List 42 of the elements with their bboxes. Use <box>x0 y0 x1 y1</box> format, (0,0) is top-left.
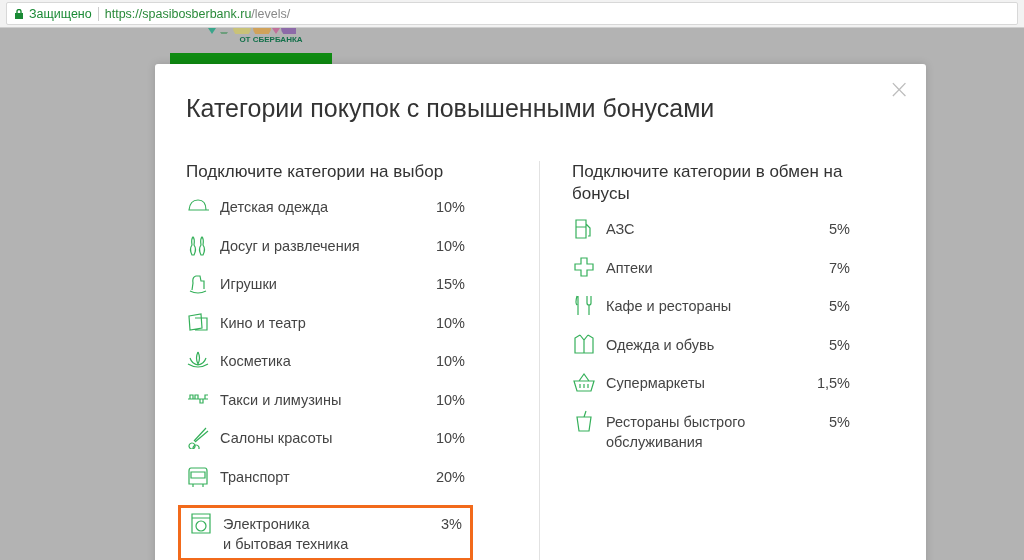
bonus-percent: 10% <box>435 352 465 371</box>
bonus-percent: 10% <box>435 313 465 333</box>
category-label: Досуг и развлечения <box>220 236 361 256</box>
washing-machine-icon <box>189 511 213 535</box>
modal-title: Категории покупок с повышенными бонусами <box>186 94 716 123</box>
category-label: Детская одежда <box>220 198 330 217</box>
category-label: АЗС <box>606 220 636 239</box>
column-heading: Подключите категории на выбор <box>186 161 445 183</box>
category-label: Аптеки <box>606 258 654 278</box>
category-label: Косметика <box>220 352 292 371</box>
bonus-percent: 7% <box>829 258 850 278</box>
category-label: Такси и лимузины <box>220 390 343 410</box>
bonus-percent: 5% <box>829 220 850 239</box>
logo-icon <box>206 28 296 34</box>
lock-icon <box>15 8 23 19</box>
bonus-percent: 20% <box>435 467 465 487</box>
category-label: Рестораны быстрого обслуживания <box>606 412 747 452</box>
bonus-percent: 10% <box>435 390 465 410</box>
bonus-percent: 10% <box>435 198 465 217</box>
bonus-percent: 3% <box>441 515 462 534</box>
category-label: Электроника и бытовая техника <box>223 515 350 554</box>
category-label: Игрушки <box>220 275 278 294</box>
address-bar[interactable]: Защищено https://spasibosberbank.ru/levels/ <box>6 2 1018 25</box>
category-label: Салоны красоты <box>220 429 334 448</box>
category-label: Кафе и рестораны <box>606 297 733 316</box>
category-label: Транспорт <box>220 467 291 487</box>
category-label: Одежда и обувь <box>606 335 716 355</box>
logo-caption: ОТ СБЕРБАНКА <box>239 35 303 45</box>
bonus-percent: 10% <box>435 236 465 256</box>
bonus-percent: 10% <box>435 429 465 448</box>
scissors-icon <box>186 425 210 449</box>
bonus-percent: 5% <box>829 335 850 355</box>
column-heading: Подключите категории в обмен на бонусы <box>572 161 844 205</box>
bonus-percent: 5% <box>829 297 850 316</box>
url-text: https://spasibosberbank.ru/levels/ <box>104 6 291 21</box>
cross-icon <box>572 254 596 279</box>
category-label: Кино и театр <box>220 313 307 333</box>
category-label: Супермаркеты <box>606 374 706 393</box>
secure-label: Защищено <box>29 6 92 21</box>
bonus-percent: 5% <box>829 412 850 432</box>
bonus-percent: 1,5% <box>816 374 850 393</box>
bonus-percent: 15% <box>435 275 465 294</box>
